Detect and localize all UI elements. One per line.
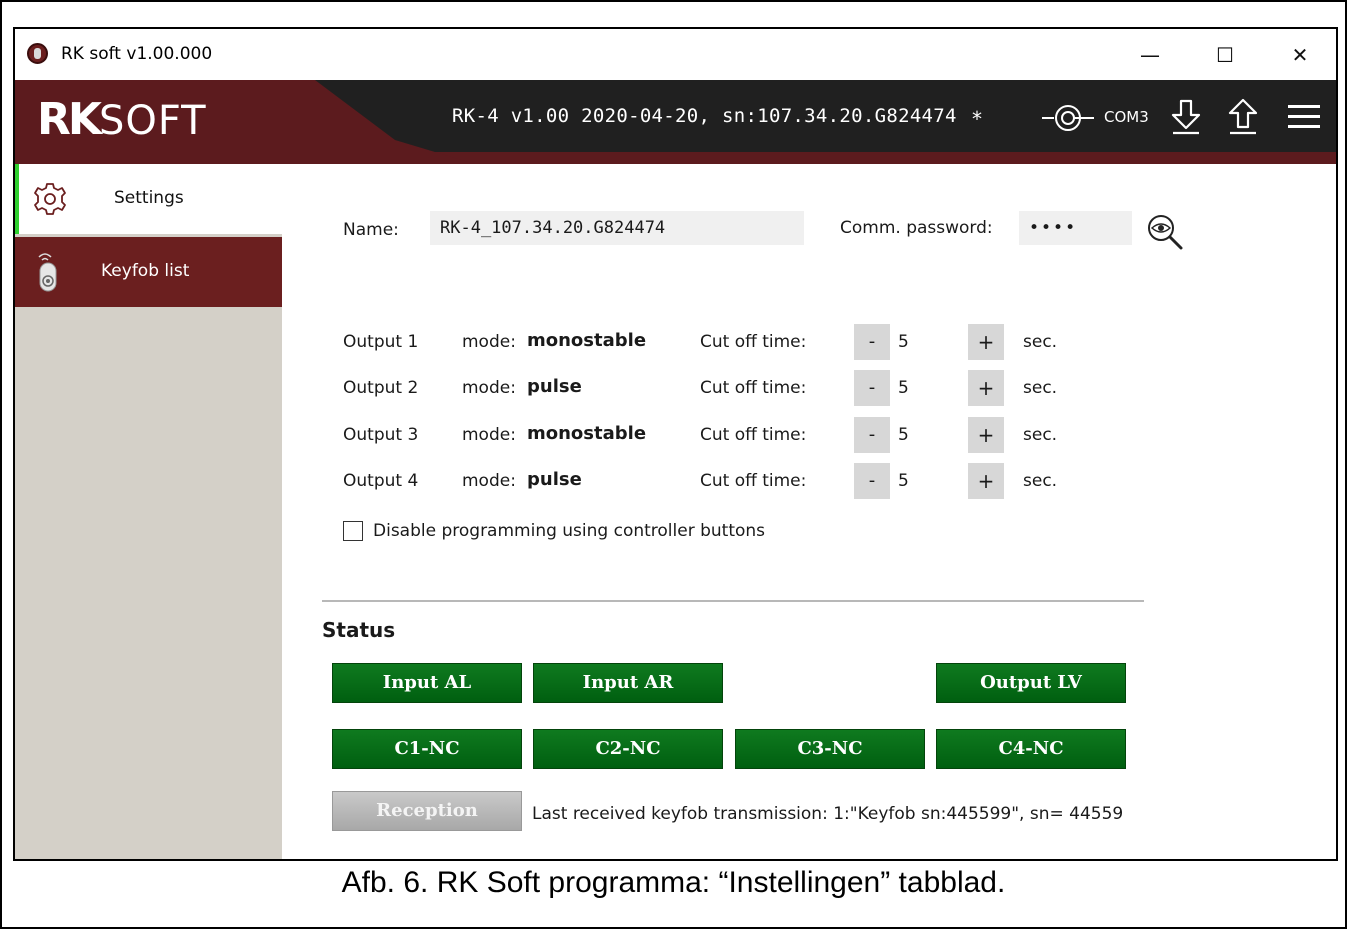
app-window: RK soft v1.00.000 — ☐ ✕ RKSOFT RK-4 v1.0… (13, 27, 1338, 861)
mode-label: mode: (462, 332, 516, 352)
decrement-button[interactable]: - (854, 417, 890, 453)
increment-button[interactable]: + (968, 417, 1004, 453)
connection-icon[interactable] (1040, 102, 1096, 134)
window-title: RK soft v1.00.000 (61, 44, 213, 64)
upload-icon[interactable] (1227, 98, 1259, 136)
status-c3-nc: C3-NC (735, 729, 925, 769)
cut-off-value[interactable]: 5 (898, 332, 909, 352)
com-port-label[interactable]: COM3 (1104, 108, 1149, 126)
cut-off-label: Cut off time: (700, 332, 807, 352)
decrement-button[interactable]: - (854, 463, 890, 499)
minimize-button[interactable]: — (1120, 29, 1180, 80)
cut-off-value[interactable]: 5 (898, 471, 909, 491)
password-input[interactable]: •••• (1019, 211, 1132, 245)
cut-off-value[interactable]: 5 (898, 425, 909, 445)
mode-value[interactable]: monostable (527, 423, 646, 444)
last-transmission-text: Last received keyfob transmission: 1:"Ke… (532, 804, 1124, 824)
output-name: Output 2 (343, 378, 419, 398)
logo-soft: SOFT (98, 98, 207, 144)
menu-icon[interactable] (1287, 102, 1321, 132)
sidebar-item-keyfob-list[interactable]: Keyfob list (15, 237, 282, 307)
unit-label: sec. (1023, 378, 1058, 398)
app-icon (27, 43, 48, 64)
keyfob-icon (38, 253, 57, 292)
cut-off-label: Cut off time: (700, 378, 807, 398)
cut-off-label: Cut off time: (700, 425, 807, 445)
increment-button[interactable]: + (968, 324, 1004, 360)
output-row: Output 4 mode: pulse Cut off time: - 5 +… (282, 463, 1336, 499)
gear-icon (34, 183, 66, 215)
status-output-lv: Output LV (936, 663, 1126, 703)
close-button[interactable]: ✕ (1270, 29, 1330, 80)
maximize-button[interactable]: ☐ (1195, 29, 1255, 80)
unit-label: sec. (1023, 425, 1058, 445)
output-name: Output 1 (343, 332, 419, 352)
output-name: Output 3 (343, 425, 419, 445)
output-name: Output 4 (343, 471, 419, 491)
mode-value[interactable]: pulse (527, 469, 582, 490)
title-bar: RK soft v1.00.000 — ☐ ✕ (15, 29, 1336, 80)
logo-rk: RK (37, 94, 102, 145)
status-c4-nc: C4-NC (936, 729, 1126, 769)
sidebar: Settings Keyfob list (15, 164, 282, 859)
section-divider (322, 600, 1144, 602)
sidebar-item-settings[interactable]: Settings (15, 164, 282, 234)
status-c1-nc: C1-NC (332, 729, 522, 769)
status-input-ar: Input AR (533, 663, 723, 703)
mode-label: mode: (462, 378, 516, 398)
show-password-icon[interactable] (1145, 212, 1185, 252)
output-row: Output 3 mode: monostable Cut off time: … (282, 417, 1336, 453)
cut-off-label: Cut off time: (700, 471, 807, 491)
sidebar-item-label: Settings (114, 188, 184, 208)
mode-label: mode: (462, 425, 516, 445)
status-heading: Status (322, 618, 396, 642)
password-label: Comm. password: (840, 218, 993, 238)
checkbox-box[interactable] (343, 521, 363, 541)
mode-value[interactable]: monostable (527, 330, 646, 351)
name-label: Name: (343, 220, 399, 240)
output-row: Output 2 mode: pulse Cut off time: - 5 +… (282, 370, 1336, 406)
download-icon[interactable] (1170, 98, 1202, 136)
figure-caption: Afb. 6. RK Soft programma: “Instellingen… (341, 866, 1006, 899)
unit-label: sec. (1023, 471, 1058, 491)
unit-label: sec. (1023, 332, 1058, 352)
increment-button[interactable]: + (968, 370, 1004, 406)
decrement-button[interactable]: - (854, 324, 890, 360)
name-input[interactable]: RK-4_107.34.20.G824474 (430, 211, 804, 245)
sidebar-item-label: Keyfob list (101, 261, 190, 281)
app-header: RKSOFT RK-4 v1.00 2020-04-20, sn:107.34.… (15, 80, 1336, 164)
output-row: Output 1 mode: monostable Cut off time: … (282, 324, 1336, 360)
status-c2-nc: C2-NC (533, 729, 723, 769)
mode-label: mode: (462, 471, 516, 491)
device-info: RK-4 v1.00 2020-04-20, sn:107.34.20.G824… (452, 105, 957, 127)
decrement-button[interactable]: - (854, 370, 890, 406)
status-input-al: Input AL (332, 663, 522, 703)
rksoft-logo: RKSOFT (37, 94, 207, 145)
increment-button[interactable]: + (968, 463, 1004, 499)
status-reception: Reception (332, 791, 522, 831)
settings-panel: Name: RK-4_107.34.20.G824474 Comm. passw… (282, 164, 1336, 859)
checkbox-label: Disable programming using controller but… (373, 521, 766, 541)
mode-value[interactable]: pulse (527, 376, 582, 397)
modified-indicator: * (972, 107, 982, 131)
cut-off-value[interactable]: 5 (898, 378, 909, 398)
